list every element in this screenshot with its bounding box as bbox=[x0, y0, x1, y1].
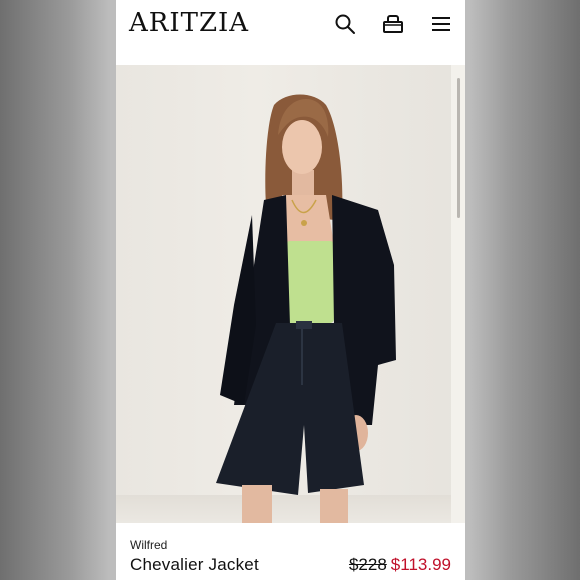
site-header: ARITZIA bbox=[116, 0, 465, 65]
aritzia-logo[interactable]: ARITZIA bbox=[129, 8, 249, 38]
menu-icon bbox=[432, 17, 450, 31]
scrollbar-thumb[interactable] bbox=[457, 78, 460, 218]
original-price: $228 bbox=[348, 555, 387, 574]
product-image[interactable] bbox=[116, 65, 465, 523]
phone-screen: ARITZIA Wilfred Chevalier Jacket $228 $1… bbox=[116, 0, 465, 580]
product-brand: Wilfred bbox=[130, 538, 168, 552]
search-button[interactable] bbox=[333, 12, 357, 36]
product-name[interactable]: Chevalier Jacket bbox=[130, 555, 259, 575]
shopping-bag-icon bbox=[383, 15, 403, 33]
menu-button[interactable] bbox=[429, 12, 453, 36]
shopping-bag-button[interactable] bbox=[381, 12, 405, 36]
search-icon bbox=[335, 14, 355, 34]
sale-price: $113.99 bbox=[390, 555, 451, 574]
product-info: Wilfred Chevalier Jacket $228 $113.99 bbox=[116, 523, 465, 580]
product-price: $228 $113.99 bbox=[349, 555, 451, 575]
model-illustration bbox=[216, 94, 396, 523]
